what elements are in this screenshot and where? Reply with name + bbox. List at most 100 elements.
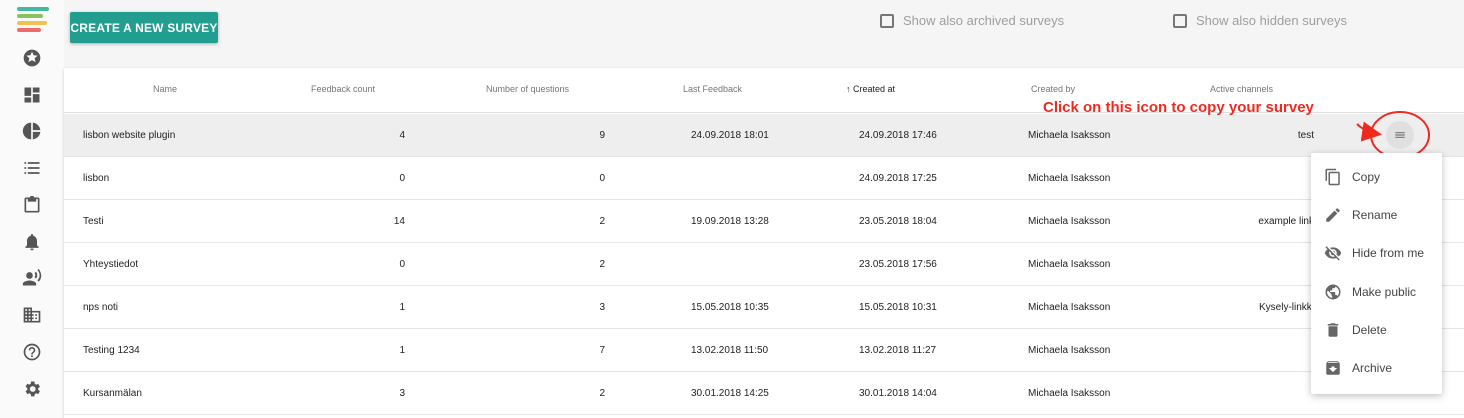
cell-created-by: Michaela Isaksson: [1028, 259, 1111, 270]
header-created-by[interactable]: Created by: [1031, 84, 1075, 94]
table-row[interactable]: Kursanmälan 3 2 30.01.2018 14:25 30.01.2018 …: [64, 372, 1464, 415]
cell-created-at: 23.05.2018 18:04: [859, 216, 937, 227]
menu-item-rename[interactable]: Rename: [1311, 196, 1442, 234]
cell-created-by: Michaela Isaksson: [1028, 302, 1111, 313]
row-actions-menu: Copy Rename Hide from me Make public Del…: [1311, 153, 1442, 394]
app-logo[interactable]: [17, 7, 49, 33]
sort-ascending-icon: ↑: [846, 84, 851, 94]
show-archived-label: Show also archived surveys: [903, 13, 1065, 28]
clipboard-icon[interactable]: [22, 195, 42, 215]
person-voice-icon[interactable]: [22, 268, 42, 288]
cell-feedback-count: 0: [399, 173, 405, 184]
table-row[interactable]: Yhteystiedot 0 2 23.05.2018 17:56 Michaela I…: [64, 243, 1464, 286]
cell-name: lisbon: [83, 173, 110, 184]
pencil-icon: [1324, 206, 1342, 224]
checkbox-box[interactable]: [1173, 13, 1187, 28]
cell-name: Testi: [83, 216, 104, 227]
cell-number-of-questions: 7: [599, 345, 605, 356]
cell-number-of-questions: 2: [599, 388, 605, 399]
header-created-at-label: Created at: [853, 84, 896, 94]
menu-item-label: Rename: [1352, 208, 1398, 222]
cell-name: nps noti: [83, 302, 119, 313]
sidebar: [0, 0, 64, 418]
cell-last-feedback: 13.02.2018 11:50: [691, 345, 769, 356]
header-created-at[interactable]: ↑ Created at: [846, 84, 895, 94]
dashboard-icon[interactable]: [22, 85, 42, 105]
menu-lines-icon: [1395, 132, 1405, 138]
eye-off-icon: [1324, 244, 1342, 262]
create-survey-button[interactable]: CREATE A NEW SURVEY: [70, 12, 218, 43]
cell-last-feedback: 24.09.2018 18:01: [691, 130, 769, 141]
table-row[interactable]: Testi 14 2 19.09.2018 13:28 23.05.2018 18:04…: [64, 200, 1464, 243]
trash-icon: [1324, 321, 1342, 339]
menu-item-hide[interactable]: Hide from me: [1311, 234, 1442, 272]
table-row[interactable]: lisbon 0 0 24.09.2018 17:25 Michaela Isaksso…: [64, 157, 1464, 200]
cell-created-at: 15.05.2018 10:31: [859, 302, 937, 313]
header-name[interactable]: Name: [153, 84, 177, 94]
cell-number-of-questions: 3: [599, 302, 605, 313]
cell-created-at: 24.09.2018 17:46: [859, 130, 937, 141]
cell-number-of-questions: 9: [599, 130, 605, 141]
cell-feedback-count: 3: [399, 388, 405, 399]
cell-created-by: Michaela Isaksson: [1028, 216, 1111, 227]
list-icon[interactable]: [22, 158, 42, 178]
bell-icon[interactable]: [22, 232, 42, 252]
cell-feedback-count: 4: [399, 130, 405, 141]
help-icon[interactable]: [22, 342, 42, 362]
copy-icon: [1324, 168, 1342, 186]
header-feedback-count[interactable]: Feedback count: [311, 84, 375, 94]
archive-icon: [1324, 359, 1342, 377]
cell-feedback-count: 1: [399, 302, 405, 313]
pie-chart-icon[interactable]: [22, 121, 42, 141]
header-number-of-questions[interactable]: Number of questions: [486, 84, 569, 94]
cell-created-at: 23.05.2018 17:56: [859, 259, 937, 270]
cell-number-of-questions: 0: [599, 173, 605, 184]
table-row[interactable]: lisbon website plugin 4 9 24.09.2018 18:01 2…: [64, 114, 1464, 157]
cell-name: Kursanmälan: [83, 388, 142, 399]
show-hidden-checkbox[interactable]: Show also hidden surveys: [1173, 13, 1347, 28]
cell-created-at: 30.01.2018 14:04: [859, 388, 937, 399]
cell-number-of-questions: 2: [599, 259, 605, 270]
surveys-table: Name Feedback count Number of questions …: [64, 68, 1464, 418]
globe-icon: [1324, 283, 1342, 301]
header-last-feedback[interactable]: Last Feedback: [683, 84, 742, 94]
menu-item-make-public[interactable]: Make public: [1311, 273, 1442, 311]
menu-item-label: Copy: [1352, 170, 1381, 184]
cell-created-by: Michaela Isaksson: [1028, 388, 1111, 399]
menu-item-label: Make public: [1352, 285, 1417, 299]
cell-created-at: 24.09.2018 17:25: [859, 173, 937, 184]
row-menu-button[interactable]: [1386, 121, 1414, 149]
cell-active-channels: Kysely-linkki: [1258, 302, 1314, 313]
cell-name: Yhteystiedot: [83, 259, 139, 270]
menu-item-archive[interactable]: Archive: [1311, 349, 1442, 387]
show-archived-checkbox[interactable]: Show also archived surveys: [880, 13, 1064, 28]
cell-last-feedback: 15.05.2018 10:35: [691, 302, 769, 313]
menu-item-copy[interactable]: Copy: [1311, 158, 1442, 196]
star-icon[interactable]: [22, 48, 42, 68]
checkbox-box[interactable]: [880, 13, 894, 28]
cell-name: Testing 1234: [83, 345, 140, 356]
cell-last-feedback: 19.09.2018 13:28: [691, 216, 769, 227]
cell-feedback-count: 0: [399, 259, 405, 270]
menu-item-label: Hide from me: [1352, 246, 1425, 260]
cell-created-by: Michaela Isaksson: [1028, 345, 1111, 356]
cell-created-by: Michaela Isaksson: [1028, 130, 1111, 141]
cell-feedback-count: 14: [393, 216, 405, 227]
cell-active-channels: test: [1297, 130, 1314, 141]
header-active-channels[interactable]: Active channels: [1210, 84, 1273, 94]
table-row[interactable]: Testing 1234 1 7 13.02.2018 11:50 13.02.2018…: [64, 329, 1464, 372]
cell-feedback-count: 1: [399, 345, 405, 356]
menu-item-delete[interactable]: Delete: [1311, 311, 1442, 349]
cell-created-by: Michaela Isaksson: [1028, 173, 1111, 184]
annotation-callout: Click on this icon to copy your survey: [1043, 99, 1314, 116]
building-icon[interactable]: [22, 305, 42, 325]
cell-active-channels: example link: [1258, 216, 1314, 227]
show-hidden-label: Show also hidden surveys: [1196, 13, 1348, 28]
menu-item-label: Archive: [1352, 361, 1393, 375]
cell-last-feedback: 30.01.2018 14:25: [691, 388, 769, 399]
menu-item-label: Delete: [1352, 323, 1387, 337]
table-row[interactable]: nps noti 1 3 15.05.2018 10:35 15.05.2018 10:…: [64, 286, 1464, 329]
cell-number-of-questions: 2: [599, 216, 605, 227]
cell-name: lisbon website plugin: [83, 130, 176, 141]
settings-icon[interactable]: [22, 379, 42, 399]
